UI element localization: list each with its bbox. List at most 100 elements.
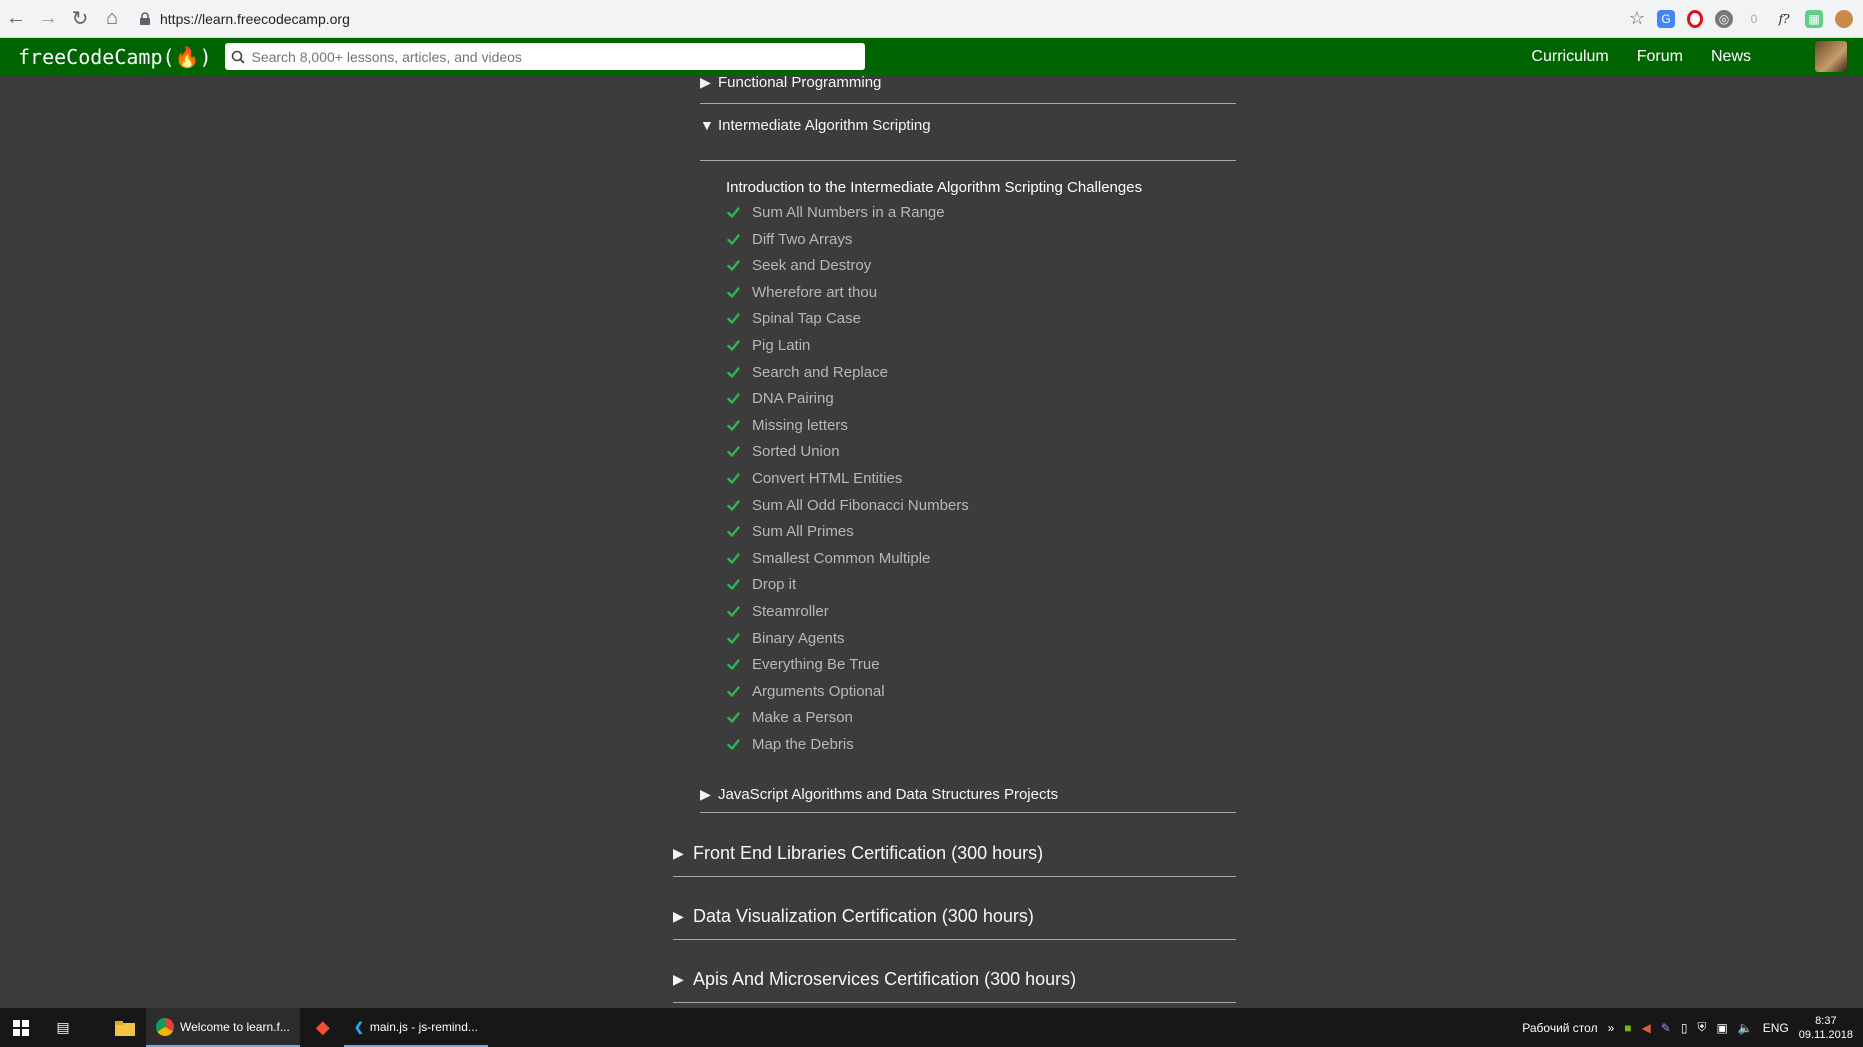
task-label: Welcome to learn.f... (180, 1019, 290, 1034)
cert-title: Apis And Microservices Certification (30… (693, 968, 1077, 989)
check-icon (727, 233, 740, 245)
challenge-item[interactable]: Sum All Primes (727, 523, 854, 540)
challenge-label: Steamroller (752, 603, 829, 620)
cert-data-visualization[interactable]: ▶ Data Visualization Certification (300 … (673, 893, 1236, 940)
challenge-item[interactable]: Spinal Tap Case (727, 310, 861, 327)
challenge-item[interactable]: Arguments Optional (727, 683, 885, 700)
task-label: main.js - js-remind... (369, 1019, 478, 1034)
challenge-label: Map the Debris (752, 736, 854, 753)
function-extension-icon[interactable]: f? (1775, 10, 1793, 28)
check-icon (727, 393, 740, 404)
volume-icon[interactable]: 🔈 (1738, 1021, 1753, 1035)
challenge-item[interactable]: Convert HTML Entities (727, 470, 902, 487)
chrome-icon (156, 1017, 174, 1036)
cert-apis-microservices[interactable]: ▶ Apis And Microservices Certification (… (673, 956, 1236, 1003)
challenge-label: Pig Latin (752, 337, 811, 354)
challenge-label: Spinal Tap Case (752, 310, 861, 328)
check-icon (727, 686, 740, 697)
challenge-label: Drop it (752, 576, 797, 594)
profile-extension-icon[interactable] (1835, 9, 1853, 28)
nav-curriculum[interactable]: Curriculum (1531, 48, 1608, 66)
url-text: https://learn.freecodecamp.org (160, 10, 350, 27)
challenge-item[interactable]: Wherefore art thou (727, 284, 877, 301)
challenge-label: Sorted Union (752, 443, 840, 461)
language-indicator[interactable]: ENG (1763, 1021, 1789, 1035)
check-icon (727, 366, 740, 378)
nav-news[interactable]: News (1711, 48, 1751, 66)
challenge-item[interactable]: DNA Pairing (727, 390, 834, 407)
tray-expand-icon[interactable]: » (1608, 1021, 1615, 1035)
block-intermediate-algorithm-scripting[interactable]: ▼ Intermediate Algorithm Scripting (700, 112, 1236, 161)
challenge-item[interactable]: Make a Person (727, 709, 853, 726)
taskbar-chrome[interactable]: Welcome to learn.f... (146, 1008, 300, 1047)
vscode-icon: ❮ (353, 1019, 364, 1034)
cert-title: Data Visualization Certification (300 ho… (693, 905, 1034, 926)
taskbar-vscode[interactable]: ❮ main.js - js-remind... (343, 1008, 488, 1047)
globe-extension-icon[interactable]: ◎ (1715, 9, 1733, 28)
challenge-item[interactable]: Sum All Numbers in a Range (727, 204, 945, 221)
address-bar[interactable]: https://learn.freecodecamp.org (138, 4, 1629, 34)
block-js-projects[interactable]: ▶ JavaScript Algorithms and Data Structu… (700, 776, 1236, 813)
collapsed-arrow-icon: ▶ (700, 75, 711, 90)
check-icon (727, 340, 740, 351)
translate-extension-icon[interactable]: G (1657, 9, 1675, 28)
clock[interactable]: 8:37 09.11.2018 (1799, 1014, 1853, 1042)
challenge-item[interactable]: Sorted Union (727, 443, 840, 460)
intro-link[interactable]: Introduction to the Intermediate Algorit… (726, 179, 1142, 196)
check-icon (727, 632, 740, 644)
lock-icon (140, 11, 150, 25)
check-icon (727, 553, 740, 564)
challenge-item[interactable]: Seek and Destroy (727, 257, 871, 274)
star-icon[interactable]: ☆ (1629, 8, 1645, 29)
desktop-label[interactable]: Рабочий стол (1522, 1021, 1597, 1035)
challenge-item[interactable]: Pig Latin (727, 337, 810, 354)
block-functional-programming[interactable]: ▶ Functional Programming (700, 75, 1236, 104)
search-box[interactable] (225, 43, 866, 70)
clock-time: 8:37 (1815, 1014, 1837, 1027)
speaker-alert-icon[interactable]: ◀ (1642, 1021, 1651, 1035)
usb-icon[interactable]: ▯ (1681, 1021, 1688, 1035)
challenge-item[interactable]: Everything Be True (727, 656, 880, 673)
expanded-arrow-icon: ▼ (700, 117, 714, 133)
challenge-label: Sum All Numbers in a Range (752, 204, 945, 221)
challenge-label: Make a Person (752, 709, 853, 727)
nvidia-icon[interactable]: ■ (1624, 1021, 1631, 1035)
challenge-item[interactable]: Map the Debris (727, 736, 854, 753)
back-icon[interactable]: ← (0, 3, 32, 35)
check-icon (727, 446, 740, 458)
nav-forum[interactable]: Forum (1637, 48, 1683, 66)
challenge-item[interactable]: Missing letters (727, 417, 848, 434)
check-icon (727, 260, 740, 271)
git-icon[interactable]: ◆ (302, 1008, 344, 1047)
reload-icon[interactable]: ↻ (64, 3, 96, 35)
file-explorer-icon[interactable] (104, 1008, 146, 1047)
network-icon[interactable]: ▣ (1716, 1021, 1727, 1035)
task-view-icon[interactable]: ▤ (42, 1008, 84, 1047)
check-icon (727, 712, 740, 724)
shield-icon[interactable]: ⛨ (1697, 1020, 1706, 1035)
challenge-item[interactable]: Smallest Common Multiple (727, 550, 930, 567)
challenge-item[interactable]: Diff Two Arrays (727, 231, 852, 248)
challenge-item[interactable]: Binary Agents (727, 630, 845, 647)
extensions-area: ☆ G ◎ 0 f? ▦ (1629, 8, 1853, 29)
home-icon[interactable]: ⌂ (96, 3, 128, 35)
challenge-item[interactable]: Drop it (727, 576, 796, 593)
collapsed-arrow-icon: ▶ (700, 785, 711, 802)
search-input[interactable] (249, 47, 866, 66)
fcc-logo[interactable]: freeCodeCamp(🔥) (18, 45, 211, 69)
challenge-label: Search and Replace (752, 363, 888, 381)
cert-front-end-libraries[interactable]: ▶ Front End Libraries Certification (300… (673, 830, 1236, 877)
challenge-item[interactable]: Search and Replace (727, 364, 888, 381)
challenge-label: Diff Two Arrays (752, 230, 853, 248)
green-extension-icon[interactable]: ▦ (1805, 9, 1823, 28)
zero-extension-icon[interactable]: 0 (1745, 10, 1763, 28)
opera-extension-icon[interactable] (1687, 9, 1703, 28)
avatar[interactable] (1815, 41, 1847, 72)
windows-start-icon[interactable] (0, 1008, 42, 1047)
pen-icon[interactable]: ✎ (1661, 1021, 1671, 1035)
challenge-label: Sum All Primes (752, 523, 854, 541)
challenge-item[interactable]: Sum All Odd Fibonacci Numbers (727, 497, 969, 514)
forward-icon[interactable]: → (32, 3, 64, 35)
challenge-label: Smallest Common Multiple (752, 549, 931, 567)
challenge-item[interactable]: Steamroller (727, 603, 829, 620)
